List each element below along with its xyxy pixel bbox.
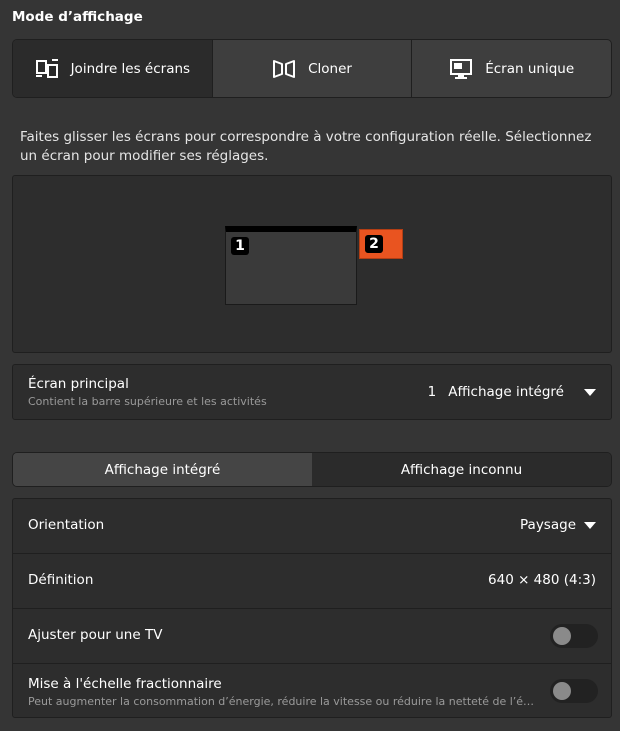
primary-display-index: 1: [427, 384, 437, 400]
fractional-scaling-subtitle: Peut augmenter la consommation d’énergie…: [28, 695, 538, 708]
chevron-down-icon: [584, 521, 596, 529]
toggle-knob: [553, 682, 571, 700]
resolution-value: 640 × 480 (4:3): [488, 572, 596, 588]
display-mode-selector: Joindre les écrans Cloner Écran unique: [12, 39, 612, 98]
fractional-scaling-label: Mise à l'échelle fractionnaire: [28, 676, 222, 692]
display-settings-list: Orientation Paysage Définition 640 × 480…: [12, 498, 612, 718]
primary-display-dropdown[interactable]: 1 Affichage intégré: [428, 384, 596, 400]
chevron-down-icon: [584, 388, 596, 396]
orientation-value: Paysage: [520, 517, 576, 533]
tv-adjust-toggle[interactable]: [550, 624, 598, 648]
monitor-2[interactable]: 2: [359, 229, 403, 259]
mirror-icon: [272, 58, 296, 80]
single-display-button[interactable]: Écran unique: [411, 40, 611, 97]
tv-adjust-label: Ajuster pour une TV: [28, 627, 163, 643]
join-displays-icon: [35, 58, 59, 80]
tv-adjust-row: Ajuster pour une TV: [13, 608, 611, 663]
display-tabs: Affichage intégré Affichage inconnu: [12, 452, 612, 487]
tab-unknown-display[interactable]: Affichage inconnu: [312, 453, 611, 486]
fractional-scaling-row: Mise à l'échelle fractionnaire Peut augm…: [13, 663, 611, 718]
primary-display-row: Écran principal Contient la barre supéri…: [12, 364, 612, 420]
join-displays-button[interactable]: Joindre les écrans: [13, 40, 212, 97]
section-title: Mode d’affichage: [12, 9, 143, 25]
orientation-row[interactable]: Orientation Paysage: [13, 499, 611, 553]
primary-display-title: Écran principal: [28, 376, 129, 392]
join-displays-label: Joindre les écrans: [70, 60, 191, 77]
arrangement-instructions: Faites glisser les écrans pour correspon…: [20, 129, 592, 164]
primary-display-subtitle: Contient la barre supérieure et les acti…: [28, 395, 267, 408]
orientation-dropdown[interactable]: Paysage: [520, 517, 596, 533]
single-display-icon: [449, 58, 473, 80]
tab-builtin-display[interactable]: Affichage intégré: [13, 453, 312, 486]
monitor-1[interactable]: 1: [225, 226, 357, 305]
orientation-label: Orientation: [28, 517, 105, 533]
display-arrangement-area: 1 2: [12, 175, 612, 353]
resolution-row[interactable]: Définition 640 × 480 (4:3): [13, 553, 611, 608]
mirror-label: Cloner: [308, 60, 352, 77]
primary-display-name: Affichage intégré: [448, 384, 564, 400]
monitor-2-number: 2: [365, 235, 383, 253]
monitor-1-number: 1: [231, 237, 249, 255]
resolution-label: Définition: [28, 572, 94, 588]
toggle-knob: [553, 627, 571, 645]
single-display-label: Écran unique: [485, 60, 575, 77]
mirror-button[interactable]: Cloner: [211, 40, 412, 97]
fractional-scaling-toggle[interactable]: [550, 679, 598, 703]
